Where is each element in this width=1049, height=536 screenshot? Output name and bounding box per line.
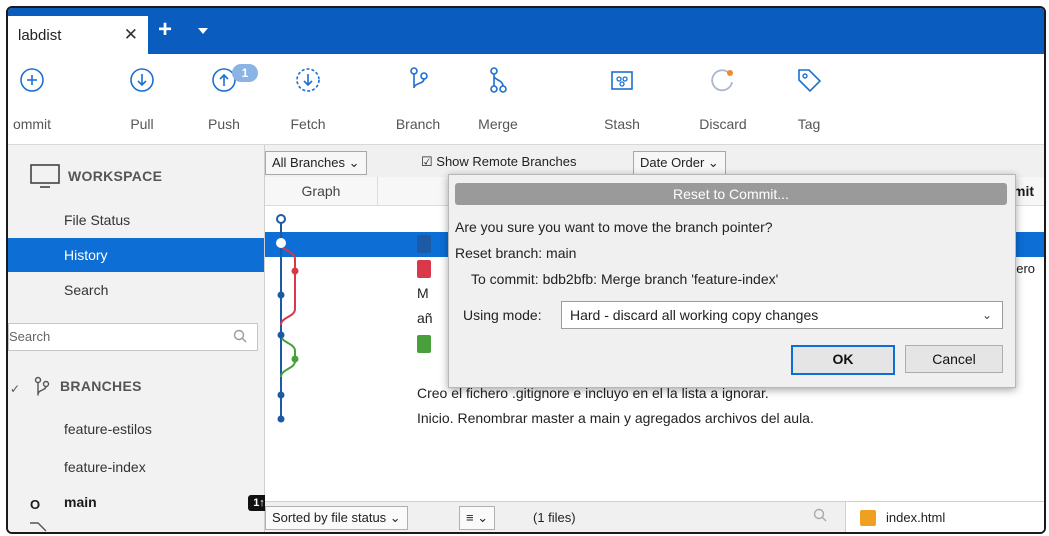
discard-icon xyxy=(711,69,733,92)
branch-item-feature-index[interactable]: feature-index xyxy=(64,459,146,475)
dialog-question: Are you sure you want to move the branch… xyxy=(455,219,773,235)
branch-filter-select[interactable]: All Branches ⌄ xyxy=(265,151,367,175)
commit-message: añ xyxy=(417,310,433,326)
stash-button[interactable]: Stash xyxy=(592,54,652,144)
sidebar-search-input[interactable]: Search xyxy=(8,323,258,351)
sidebar-item-label: File Status xyxy=(64,212,131,228)
pull-icon xyxy=(130,68,154,92)
branch-item-main[interactable]: O main 1↑ xyxy=(8,489,270,517)
new-tab-icon[interactable]: + xyxy=(158,18,172,42)
dialog-title: Reset to Commit... xyxy=(455,183,1007,205)
tag-icon xyxy=(798,69,822,93)
reset-mode-value: Hard - discard all working copy changes xyxy=(570,307,819,323)
tag-button[interactable]: Tag xyxy=(784,54,834,144)
stash-icon xyxy=(611,71,633,90)
repo-tab[interactable]: labdist ✕ xyxy=(8,16,148,54)
ref-label-fragment xyxy=(417,335,431,353)
search-icon xyxy=(233,329,247,343)
commit-graph xyxy=(276,214,299,423)
close-icon[interactable]: ✕ xyxy=(124,25,138,45)
push-button[interactable]: 1 Push xyxy=(194,54,258,144)
sidebar-item-history[interactable]: History xyxy=(8,238,264,272)
discard-label: Discard xyxy=(699,116,747,132)
commit-label: ommit xyxy=(12,116,52,132)
branch-icon xyxy=(410,67,428,89)
branch-button[interactable]: Branch xyxy=(388,54,448,144)
sidebar-item-search[interactable]: Search xyxy=(8,273,264,307)
branches-label: BRANCHES xyxy=(60,378,142,394)
commit-icon xyxy=(20,68,44,92)
commit-row[interactable]: Inicio. Renombrar master a main y agrega… xyxy=(265,407,1044,432)
ref-label-fragment xyxy=(417,260,431,278)
ok-button[interactable]: OK xyxy=(791,345,895,375)
pull-button[interactable]: Pull xyxy=(112,54,172,144)
sidebar: WORKSPACE File Status History Search Sea… xyxy=(8,145,270,532)
current-branch-icon: O xyxy=(30,497,41,512)
history-filter-bar: All Branches ⌄ ☑ Show Remote Branches Da… xyxy=(265,145,1044,177)
monitor-icon xyxy=(30,164,60,188)
app-window: labdist ✕ + ommit Pull 1 Push Fetch Bran… xyxy=(6,6,1046,534)
sort-select[interactable]: Sorted by file status ⌄ xyxy=(265,506,408,530)
chevron-down-icon: ⌄ xyxy=(981,308,992,322)
graph-column-header[interactable]: Graph xyxy=(265,177,378,205)
sidebar-item-label: History xyxy=(64,247,108,263)
stash-label: Stash xyxy=(604,116,640,132)
show-remote-checkbox[interactable]: ☑ Show Remote Branches xyxy=(415,151,582,173)
sidebar-item-file-status[interactable]: File Status xyxy=(8,203,264,237)
ref-label-fragment xyxy=(417,235,431,253)
branch-icon xyxy=(34,376,50,396)
workspace-header[interactable]: WORKSPACE xyxy=(30,163,162,189)
search-placeholder: Search xyxy=(9,329,51,344)
reset-mode-select[interactable]: Hard - discard all working copy changes … xyxy=(561,301,1003,329)
branch-filter-value: All Branches xyxy=(272,155,345,170)
view-mode-select[interactable]: ≡ ⌄ xyxy=(459,506,496,530)
branch-item-feature-estilos[interactable]: feature-estilos xyxy=(64,421,152,437)
reset-branch-text: Reset branch: main xyxy=(455,245,577,261)
push-count-badge: 1 xyxy=(232,64,258,82)
workspace-label: WORKSPACE xyxy=(68,168,163,184)
mode-label: Using mode: xyxy=(463,307,542,323)
tags-icon xyxy=(30,522,47,532)
branches-header[interactable]: ✓ BRANCHES xyxy=(8,371,264,401)
commit-button[interactable]: ommit xyxy=(8,54,62,144)
list-icon: ≡ xyxy=(466,510,474,525)
file-name: index.html xyxy=(886,510,946,525)
tab-title: labdist xyxy=(18,26,62,44)
search-icon[interactable] xyxy=(813,508,827,522)
file-list-item[interactable]: index.html xyxy=(845,502,1044,532)
commit-message: Inicio. Renombrar master a main y agrega… xyxy=(417,410,814,426)
fetch-label: Fetch xyxy=(290,116,326,132)
sidebar-item-label: Search xyxy=(64,282,109,298)
cancel-button[interactable]: Cancel xyxy=(905,345,1003,373)
sort-value: Sorted by file status xyxy=(272,510,387,525)
show-remote-label: Show Remote Branches xyxy=(436,154,577,169)
merge-label: Merge xyxy=(478,116,518,132)
order-select[interactable]: Date Order ⌄ xyxy=(633,151,726,175)
merge-button[interactable]: Merge xyxy=(468,54,528,144)
files-bar: Sorted by file status ⌄ ≡ ⌄ (1 files) in… xyxy=(265,501,1044,532)
fetch-icon xyxy=(296,68,320,92)
reset-to-commit-dialog: Reset to Commit... Are you sure you want… xyxy=(448,174,1016,388)
expand-chevron-icon: ✓ xyxy=(10,382,21,396)
branch-label: Branch xyxy=(395,116,441,132)
commit-message: M xyxy=(417,285,429,301)
to-commit-text: To commit: bdb2bfb: Merge branch 'featur… xyxy=(471,271,779,287)
commit-column-header[interactable]: mit xyxy=(1013,183,1034,199)
push-label: Push xyxy=(208,116,240,132)
tag-label: Tag xyxy=(797,116,821,132)
files-count: (1 files) xyxy=(533,510,576,525)
title-bar: labdist ✕ + xyxy=(8,8,1044,54)
fetch-button[interactable]: Fetch xyxy=(278,54,338,144)
tab-menu-icon[interactable] xyxy=(198,28,208,34)
discard-button[interactable]: Discard xyxy=(688,54,758,144)
modified-file-icon xyxy=(860,510,876,526)
order-value: Date Order xyxy=(640,155,705,170)
toolbar: ommit Pull 1 Push Fetch Branch Merge Sta… xyxy=(8,54,1044,145)
current-branch-label: main xyxy=(64,494,97,510)
merge-icon xyxy=(490,67,507,93)
pull-label: Pull xyxy=(130,116,154,132)
